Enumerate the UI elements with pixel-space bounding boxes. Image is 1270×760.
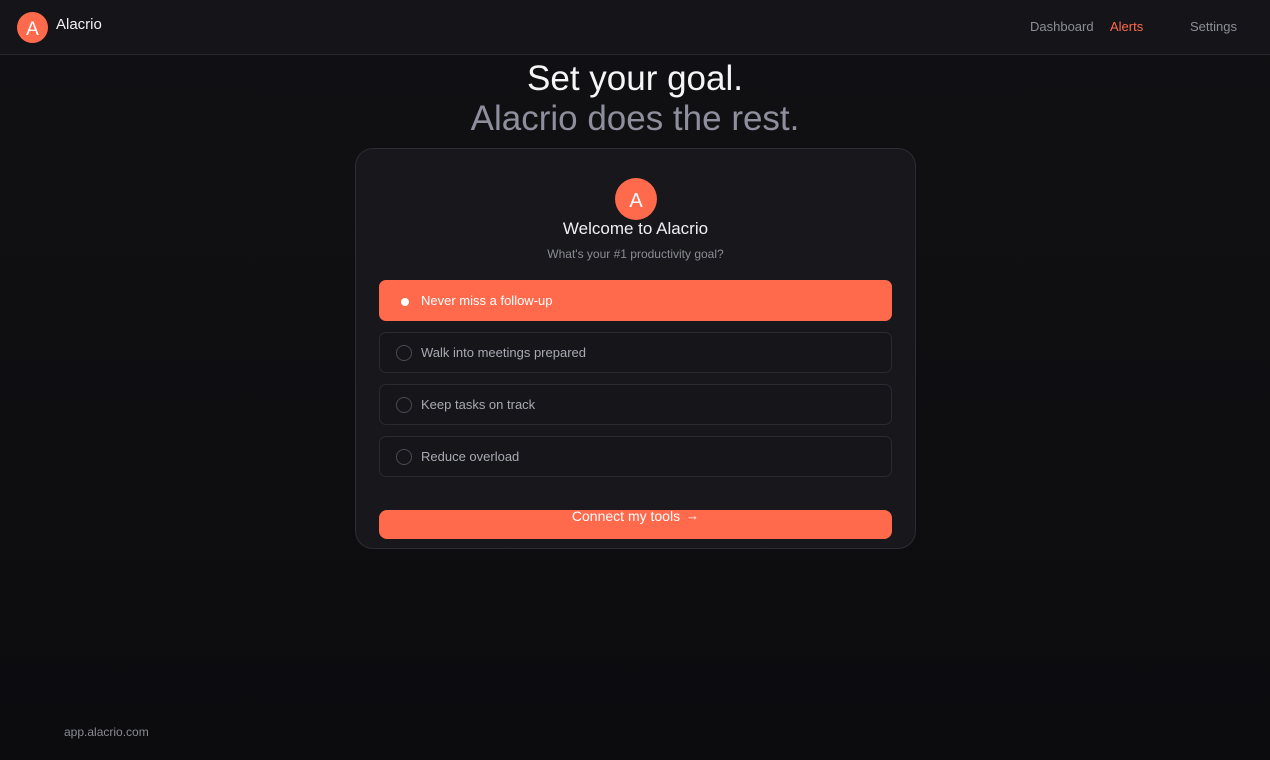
connect-tools-button[interactable]: Connect my tools → (379, 508, 892, 539)
goal-option-label: Keep tasks on track (421, 397, 536, 412)
app-page: A Alacrio Dashboard Alerts Settings Set … (0, 0, 1270, 760)
goal-option-overload[interactable]: Reduce overload (379, 436, 892, 477)
arrow-right-icon: → (686, 508, 700, 523)
top-bar: A Alacrio Dashboard Alerts Settings (0, 0, 1270, 55)
goal-option-label: Reduce overload (421, 449, 520, 464)
hero-subheadline: Alacrio does the rest. (470, 99, 800, 138)
goal-option-meetings[interactable]: Walk into meetings prepared (379, 332, 892, 373)
onboarding-card: A Welcome to Alacrio What's your #1 prod… (355, 148, 916, 549)
goal-option-tasks[interactable]: Keep tasks on track (379, 384, 892, 425)
card-logo-icon: A (615, 178, 657, 220)
radio-icon (396, 397, 412, 413)
radio-icon (396, 345, 412, 361)
card-subtitle: What's your #1 productivity goal? (547, 247, 724, 261)
radio-selected-icon (396, 293, 412, 309)
nav-alerts[interactable]: Alerts (1110, 19, 1143, 34)
nav-dashboard[interactable]: Dashboard (1030, 19, 1094, 34)
goal-option-label: Never miss a follow-up (421, 293, 553, 308)
goal-option-label: Walk into meetings prepared (421, 345, 586, 360)
connect-tools-label: Connect my tools (571, 508, 681, 524)
radio-icon (396, 449, 412, 465)
hero-headline: Set your goal. (527, 59, 743, 98)
nav-settings[interactable]: Settings (1190, 19, 1237, 34)
card-title: Welcome to Alacrio (562, 219, 709, 238)
footer-url: app.alacrio.com (64, 725, 149, 739)
hero: Set your goal. Alacrio does the rest. (0, 58, 1270, 138)
main-nav: Dashboard Alerts Settings (0, 19, 1270, 35)
goal-option-follow-up[interactable]: Never miss a follow-up (379, 280, 892, 321)
